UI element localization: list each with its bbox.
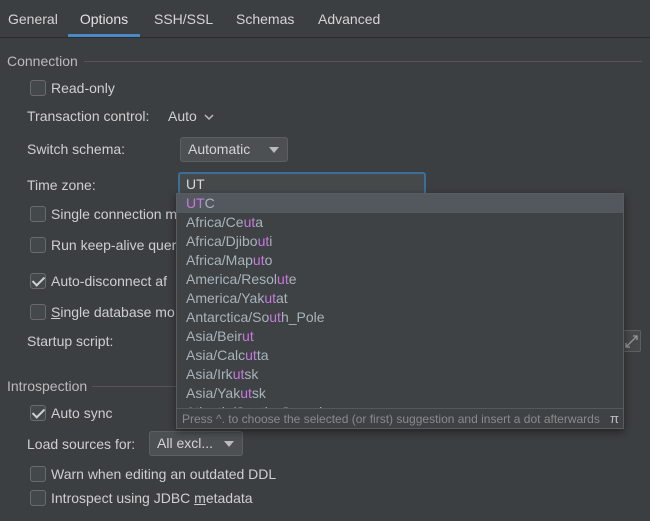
suggestion-pre-text: Africa/Ce <box>186 214 244 230</box>
auto-sync-checkbox[interactable] <box>30 405 46 421</box>
introspect-jdbc-suffix: etadata <box>205 490 253 506</box>
suggestion-pre-text: America/Yak <box>186 290 265 306</box>
load-sources-label: Load sources for: <box>27 436 136 452</box>
startup-script-label: Startup script: <box>27 333 114 349</box>
switch-schema-combo[interactable]: Automatic <box>180 137 288 162</box>
single-connection-label: Single connection m <box>51 206 178 222</box>
suggestion-item[interactable]: Africa/Ceuta <box>177 213 623 232</box>
time-zone-suggestion-popup[interactable]: UTC Africa/Ceuta Africa/Djibouti Africa/Map… <box>176 193 624 429</box>
connection-section-title: Connection <box>7 53 78 69</box>
single-connection-checkbox[interactable] <box>30 206 46 222</box>
suggestion-pre-text: America/Resol <box>186 271 278 287</box>
load-sources-combo[interactable]: All excl... <box>149 431 243 456</box>
switch-schema-label: Switch schema: <box>27 141 126 157</box>
introspection-separator <box>92 386 178 387</box>
suggestion-match-text: ut <box>242 328 254 344</box>
suggestion-post-text: h_Pole <box>280 309 325 325</box>
single-database-label: Single database mo <box>51 304 175 320</box>
tab-bar: General Options SSH/SSL Schemas Advanced <box>0 0 650 38</box>
auto-sync-label: Auto sync <box>51 405 113 421</box>
tab-general[interactable]: General <box>6 0 60 37</box>
suggestion-match-text: ut <box>232 366 245 382</box>
suggestion-match-text: ut <box>269 309 281 325</box>
switch-schema-value: Automatic <box>188 141 251 157</box>
transaction-control-label: Transaction control: <box>27 108 150 124</box>
suggestion-item[interactable]: Antarctica/South_Pole <box>177 308 623 327</box>
suggestion-item[interactable]: America/Resolute <box>177 270 623 289</box>
transaction-control-value: Auto <box>168 108 197 124</box>
suggestion-item[interactable]: America/Yakutat <box>177 289 623 308</box>
suggestion-item[interactable]: Asia/Calcutta <box>177 346 623 365</box>
suggestion-pre-text: Asia/Yak <box>186 385 241 401</box>
tab-options[interactable]: Options <box>68 0 140 37</box>
suggestion-footer: Press ^. to choose the selected (or firs… <box>177 408 623 428</box>
suggestion-pre-text: Asia/Calc <box>186 347 246 363</box>
suggestion-footer-hint: Press ^. to choose the selected (or firs… <box>182 412 600 426</box>
suggestion-match-text: ut <box>240 385 252 401</box>
introspect-jdbc-prefix: Introspect using JDBC <box>51 490 195 506</box>
suggestion-post-text: e <box>288 271 297 287</box>
suggestion-match-text: ut <box>257 233 270 249</box>
suggestion-match-text: ut <box>264 290 277 306</box>
introspect-jdbc-checkbox[interactable] <box>30 490 46 506</box>
load-sources-value: All excl... <box>157 435 214 451</box>
suggestion-pre-text: Africa/Map <box>186 252 253 268</box>
suggestion-post-text: at <box>276 290 288 306</box>
suggestion-item[interactable]: Africa/Maputo <box>177 251 623 270</box>
suggestion-item[interactable]: UTC <box>177 194 623 213</box>
single-database-checkbox[interactable] <box>30 304 46 320</box>
dropdown-arrow-icon <box>224 441 234 447</box>
suggestion-post-text: sk <box>244 366 259 382</box>
suggestion-match-text: ut <box>245 347 257 363</box>
keep-alive-label: Run keep-alive quer <box>51 237 177 253</box>
suggestion-post-text: ta <box>256 347 269 363</box>
chevron-down-icon <box>204 114 214 121</box>
expand-icon <box>625 335 638 348</box>
transaction-control-dropdown[interactable]: Auto <box>168 108 214 126</box>
suggestion-item[interactable]: Africa/Djibouti <box>177 232 623 251</box>
connection-separator <box>84 61 642 62</box>
suggestion-pre-text: Antarctica/So <box>186 309 270 325</box>
suggestion-pre-text: Asia/Beir <box>186 328 243 344</box>
suggestion-post-text: a <box>255 214 264 230</box>
read-only-label: Read-only <box>51 80 115 96</box>
suggestion-match-text: ut <box>277 271 289 287</box>
expand-editor-button[interactable] <box>621 330 641 352</box>
suggestion-item[interactable]: Asia/Irkutsk <box>177 365 623 384</box>
suggestion-pre-text: Africa/Djibo <box>186 233 258 249</box>
read-only-checkbox[interactable] <box>30 80 46 96</box>
warn-outdated-checkbox[interactable] <box>30 466 46 482</box>
suggestion-post-text: o <box>264 252 273 268</box>
suggestion-pre-text: Asia/Irk <box>186 366 233 382</box>
suggestion-item[interactable]: Asia/Yakutsk <box>177 384 623 403</box>
warn-outdated-label: Warn when editing an outdated DDL <box>51 466 277 482</box>
suggestion-item[interactable]: Asia/Beirut <box>177 327 623 346</box>
suggestion-match-text: ut <box>252 252 265 268</box>
tab-advanced[interactable]: Advanced <box>316 0 382 37</box>
single-database-label-rest: ingle database mo <box>60 304 175 320</box>
pi-icon[interactable]: π <box>610 409 619 428</box>
dropdown-arrow-icon <box>269 147 279 153</box>
suggestion-post-text: C <box>204 195 215 211</box>
suggestion-match-text: ut <box>243 214 256 230</box>
tab-ssh-ssl[interactable]: SSH/SSL <box>152 0 215 37</box>
auto-disconnect-checkbox[interactable] <box>30 273 46 289</box>
suggestion-match-text: UT <box>186 195 205 211</box>
introspection-section-title: Introspection <box>7 378 88 394</box>
auto-disconnect-label: Auto-disconnect af <box>51 273 167 289</box>
single-database-mnemonic: S <box>51 304 61 320</box>
keep-alive-checkbox[interactable] <box>30 237 46 253</box>
suggestion-post-text: i <box>269 233 273 249</box>
time-zone-label: Time zone: <box>27 177 96 193</box>
introspect-jdbc-label: Introspect using JDBC metadata <box>51 490 253 506</box>
suggestion-post-text: sk <box>251 385 266 401</box>
tab-schemas[interactable]: Schemas <box>234 0 296 37</box>
introspect-jdbc-mnemonic: m <box>194 490 206 506</box>
